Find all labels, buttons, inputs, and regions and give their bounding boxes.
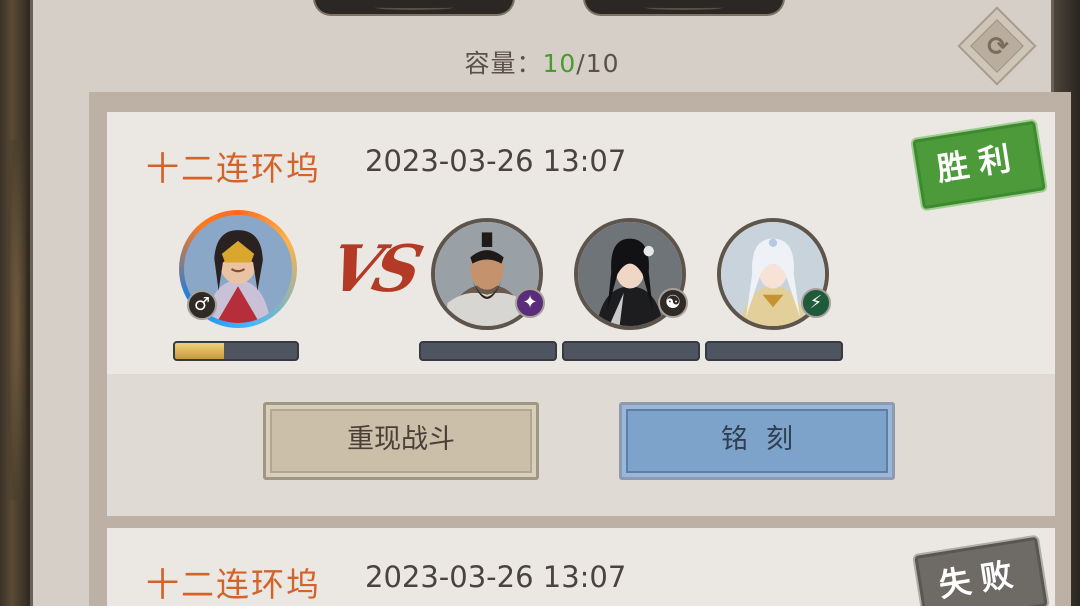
opponent-progress-bar bbox=[562, 341, 700, 361]
record-time: 2023-03-26 13:07 bbox=[365, 144, 627, 178]
record-header: 十二连环坞 2023-03-26 13:07 胜利 ♂ VS ✦ ☯ ⚡ bbox=[107, 112, 1055, 374]
vs-label: VS bbox=[321, 232, 425, 307]
boot-icon: ⚡ bbox=[801, 288, 831, 318]
opponent-progress-bar bbox=[419, 341, 557, 361]
player-progress-fill bbox=[175, 343, 224, 359]
top-tab-right[interactable] bbox=[583, 0, 785, 16]
opponent-progress-bar bbox=[705, 341, 843, 361]
record-actions: 重现战斗 铭刻 bbox=[107, 374, 1055, 516]
battle-record-list: 十二连环坞 2023-03-26 13:07 胜利 ♂ VS ✦ ☯ ⚡ 重现战… bbox=[89, 92, 1071, 606]
result-stamp-win: 胜利 bbox=[912, 120, 1046, 210]
capacity-indicator: 容量：10/10 bbox=[33, 44, 1051, 80]
replay-battle-button[interactable]: 重现战斗 bbox=[263, 402, 539, 480]
battle-record-card: 十二连环坞 2023-03-26 13:07 失败 bbox=[107, 528, 1055, 606]
map-name: 十二连环坞 bbox=[146, 149, 321, 188]
record-time: 2023-03-26 13:07 bbox=[365, 560, 627, 594]
male-icon: ♂ bbox=[187, 290, 217, 320]
top-tab-left[interactable] bbox=[313, 0, 515, 16]
refresh-icon[interactable]: ⟳ bbox=[981, 30, 1015, 64]
left-frame-edge bbox=[0, 0, 30, 606]
yin-yang-icon: ☯ bbox=[658, 288, 688, 318]
engrave-button[interactable]: 铭刻 bbox=[619, 402, 895, 480]
capacity-label: 容量： bbox=[464, 49, 543, 78]
battle-record-card: 十二连环坞 2023-03-26 13:07 胜利 ♂ VS ✦ ☯ ⚡ 重现战… bbox=[107, 112, 1055, 516]
player-progress-bar bbox=[173, 341, 299, 361]
capacity-current: 10 bbox=[542, 49, 577, 78]
result-stamp-lose: 失败 bbox=[914, 536, 1048, 606]
capacity-max: /10 bbox=[576, 49, 620, 78]
dagger-icon: ✦ bbox=[515, 288, 545, 318]
battle-record-panel: 容量：10/10 ⟳ 十二连环坞 2023-03-26 13:07 胜利 ♂ V… bbox=[30, 0, 1071, 606]
map-name: 十二连环坞 bbox=[146, 565, 321, 604]
